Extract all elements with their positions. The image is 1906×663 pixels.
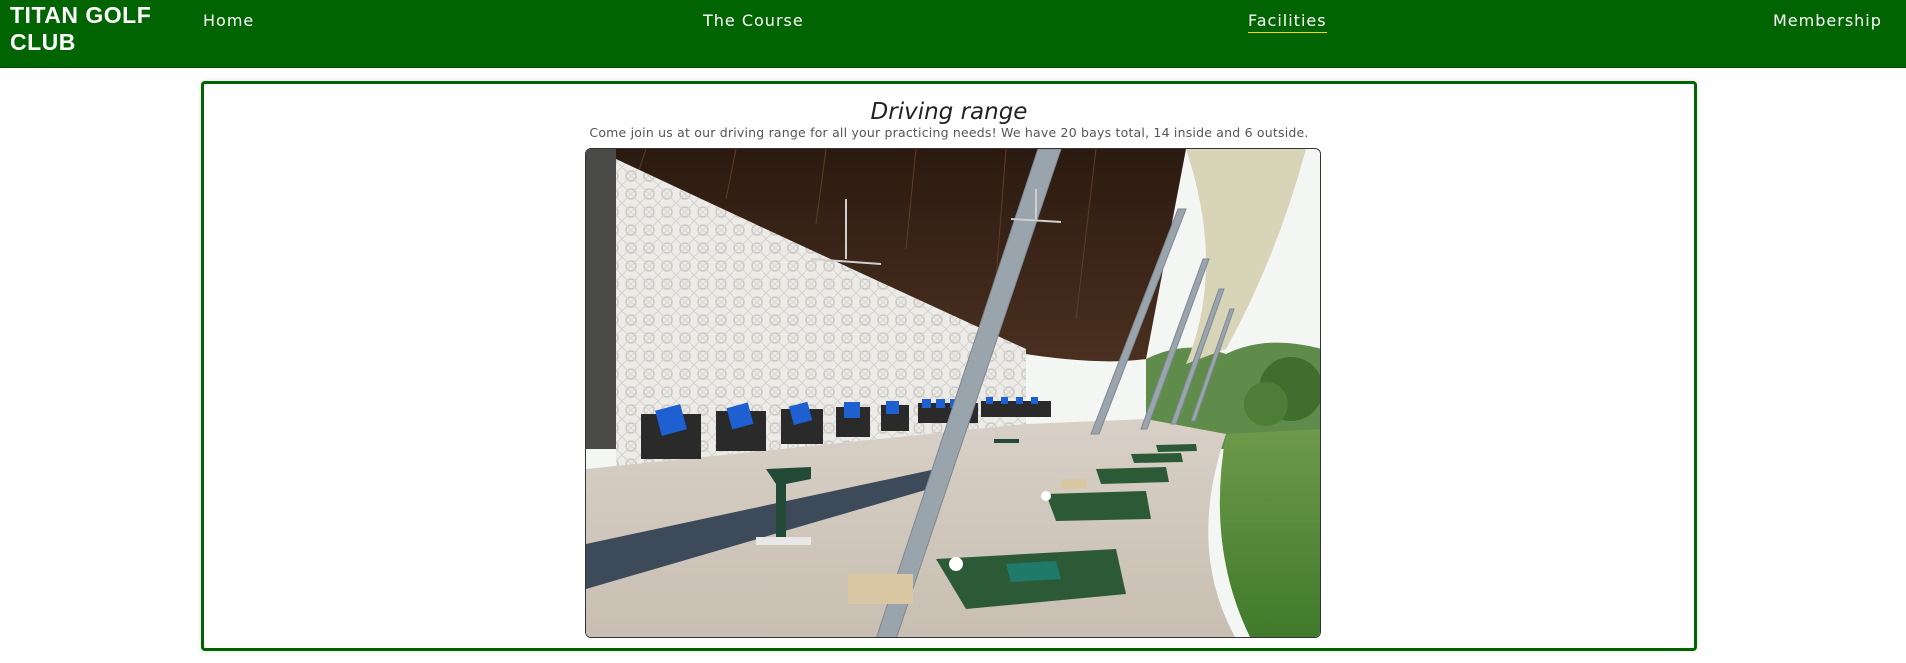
facility-card: Driving range Come join us at our drivin… [201,81,1697,651]
facility-description: Come join us at our driving range for al… [589,125,1309,140]
nav-link-membership[interactable]: Membership [1773,10,1882,32]
brand-logo-text[interactable]: TITAN GOLF CLUB [10,2,180,56]
driving-range-illustration [586,149,1320,637]
nav-link-facilities[interactable]: Facilities [1248,10,1327,33]
nav-link-the-course[interactable]: The Course [703,10,804,32]
nav-link-home[interactable]: Home [203,10,254,32]
driving-range-photo [585,148,1321,638]
top-navbar: TITAN GOLF CLUB Home The Course Faciliti… [0,0,1906,68]
facility-title: Driving range [870,99,1028,125]
